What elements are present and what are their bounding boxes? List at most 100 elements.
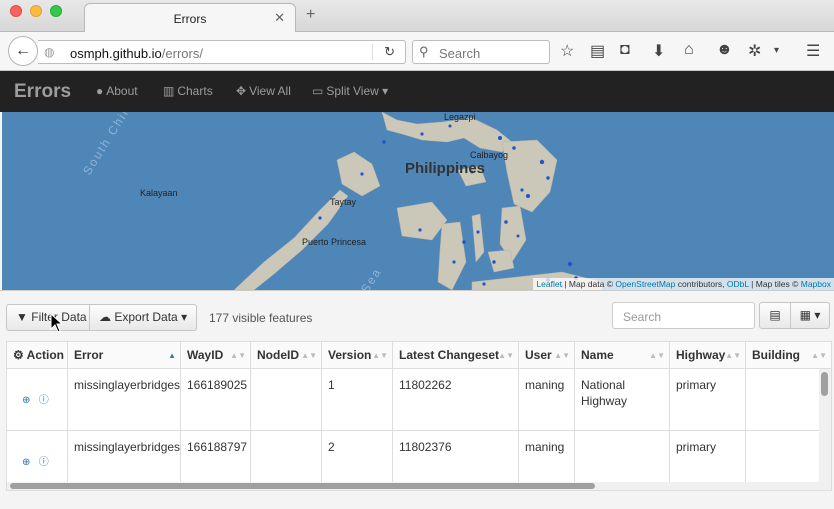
horizontal-scrollbar[interactable] <box>7 482 819 490</box>
col-header-highway-label: Highway <box>676 348 726 362</box>
col-header-version-label: Version <box>328 348 372 362</box>
new-tab-icon[interactable]: + <box>306 6 315 24</box>
app-navbar: Errors ● About ▥ Charts ✥ View All ▭ Split V… <box>0 71 834 112</box>
col-header-user[interactable]: User ▲▼ <box>519 342 575 369</box>
action-icons: ⊕ ⓘ <box>22 455 49 471</box>
map-label-puerto-princesa: Puerto Princesa <box>302 237 367 247</box>
cell-wayid: 166189025 <box>181 369 251 430</box>
zoom-to-feature-icon[interactable]: ⊕ <box>22 457 30 468</box>
bohol-landmass <box>487 249 515 273</box>
nav-view-all[interactable]: ✥ View All <box>236 84 291 98</box>
zoom-window-button[interactable] <box>50 5 62 17</box>
search-icon: ⚲ <box>419 44 429 59</box>
sort-icon: ▲▼ <box>811 351 827 360</box>
openstreetmap-link[interactable]: OpenStreetMap <box>615 279 675 289</box>
nav-about[interactable]: ● About <box>96 84 138 98</box>
browser-search-input[interactable]: ⚲ Search <box>412 40 550 64</box>
browser-search-placeholder: Search <box>439 46 481 61</box>
sort-icon: ▲▼ <box>725 351 741 360</box>
visible-feature-count: 177 visible features <box>209 311 313 325</box>
close-tab-icon[interactable]: ✕ <box>274 10 285 26</box>
extension-dropdown-icon[interactable]: ▾ <box>774 45 779 56</box>
col-header-building-label: Building <box>752 348 800 362</box>
sort-icon: ▲▼ <box>372 351 388 360</box>
cloud-download-icon: ☁ <box>99 310 111 324</box>
leaflet-link[interactable]: Leaflet <box>536 279 562 289</box>
export-data-button[interactable]: ☁ Export Data ▾ <box>89 304 198 331</box>
url-text: osmph.github.io/errors/ <box>70 46 203 61</box>
col-header-user-label: User <box>525 348 552 362</box>
nav-about-label: About <box>106 84 138 98</box>
col-header-latest-changeset[interactable]: Latest Changeset ▲▼ <box>393 342 519 369</box>
vertical-scrollbar[interactable] <box>819 369 831 490</box>
map-view[interactable]: South China Sea Sea Legazpi Philippines … <box>2 112 834 290</box>
home-icon[interactable]: ⌂ <box>684 41 694 59</box>
cell-user: maning <box>519 369 575 430</box>
map-label-philippines: Philippines <box>405 160 486 177</box>
col-header-highway[interactable]: Highway ▲▼ <box>670 342 746 369</box>
negros-landmass <box>437 221 467 290</box>
back-button[interactable]: ← <box>8 36 38 66</box>
browser-toolbar: ← ◍ osmph.github.io/errors/ ↻ ⚲ Search ☆… <box>0 32 834 71</box>
caret-down-icon: ▾ <box>382 84 389 98</box>
col-header-name-label: Name <box>581 348 614 362</box>
map-label-calbayog: Calbayog <box>470 150 509 160</box>
toggle-view-button[interactable]: ▤ <box>759 302 791 329</box>
col-header-version[interactable]: Version ▲▼ <box>322 342 393 369</box>
col-header-building[interactable]: Building ▲▼ <box>746 342 831 369</box>
bookmark-star-icon[interactable]: ☆ <box>560 41 574 61</box>
sort-icon: ▲▼ <box>498 351 514 360</box>
laptop-icon: ▭ <box>312 84 324 98</box>
map-data-text: Map data © <box>568 279 613 289</box>
app-brand[interactable]: Errors <box>14 81 71 103</box>
expand-icon: ✥ <box>236 84 247 98</box>
extension-icon[interactable]: ✲ <box>748 41 761 61</box>
nav-charts[interactable]: ▥ Charts <box>163 84 213 98</box>
col-header-action[interactable]: ⚙ Action <box>7 342 68 369</box>
info-circle-icon: ● <box>96 84 104 98</box>
reading-list-icon[interactable]: ▤ <box>590 41 605 61</box>
close-window-button[interactable] <box>10 5 22 17</box>
odbl-link[interactable]: ODbL <box>727 279 749 289</box>
filter-icon: ▼ <box>16 310 28 324</box>
gear-icon: ⚙ <box>13 348 24 362</box>
horizontal-scroll-thumb[interactable] <box>10 483 595 489</box>
columns-dropdown-button[interactable]: ▦ ▾ <box>790 302 830 329</box>
table-row[interactable]: ⊕ ⓘ missinglayerbridges 166189025 1 1180… <box>7 369 819 431</box>
feature-info-icon[interactable]: ⓘ <box>39 395 49 406</box>
table-toolbar: ▼ Filter Data ☁ Export Data ▾ 177 visibl… <box>0 290 834 340</box>
table-search-placeholder: Search <box>623 310 662 324</box>
sort-asc-icon: ▲ <box>168 351 176 360</box>
col-header-nodeid[interactable]: NodeID ▲▼ <box>251 342 322 369</box>
panay-landmass <box>396 201 448 241</box>
feature-info-icon[interactable]: ⓘ <box>39 457 49 468</box>
mapbox-link[interactable]: Mapbox <box>801 279 831 289</box>
map-attribution: Leaflet | Map data © OpenStreetMap contr… <box>533 278 834 290</box>
col-header-nodeid-label: NodeID <box>257 348 299 362</box>
cebu-landmass <box>471 213 485 263</box>
map-label-legazpi: Legazpi <box>444 112 476 122</box>
col-header-name[interactable]: Name ▲▼ <box>575 342 670 369</box>
bar-chart-icon: ▥ <box>163 84 175 98</box>
download-icon[interactable]: ⬇ <box>652 41 665 61</box>
col-header-changeset-label: Latest Changeset <box>399 348 500 362</box>
col-header-wayid[interactable]: WayID ▲▼ <box>181 342 251 369</box>
reload-icon[interactable]: ↻ <box>384 44 395 60</box>
chat-icon[interactable]: ☻ <box>716 41 733 59</box>
export-data-label: Export Data <box>114 310 178 324</box>
nav-split-view[interactable]: ▭ Split View ▾ <box>312 84 388 98</box>
minimize-window-button[interactable] <box>30 5 42 17</box>
table-search-input[interactable]: Search <box>612 302 755 329</box>
hamburger-menu-icon[interactable]: ☰ <box>806 41 820 61</box>
table-header: ⚙ Action Error ▲ WayID ▲▼ NodeID ▲▼ Version… <box>7 342 831 369</box>
caret-down-icon: ▾ <box>181 310 188 324</box>
vertical-scroll-thumb[interactable] <box>821 372 828 396</box>
col-header-wayid-label: WayID <box>187 348 224 362</box>
browser-tab-bar: Errors ✕ + <box>0 0 834 33</box>
zoom-to-feature-icon[interactable]: ⊕ <box>22 395 30 406</box>
caret-down-icon: ▾ <box>814 308 821 322</box>
browser-tab[interactable]: Errors ✕ <box>84 3 296 33</box>
col-header-error[interactable]: Error ▲ <box>68 342 181 369</box>
url-bar[interactable]: ◍ osmph.github.io/errors/ ↻ <box>38 40 406 64</box>
pocket-icon[interactable]: ◘ <box>620 41 630 59</box>
